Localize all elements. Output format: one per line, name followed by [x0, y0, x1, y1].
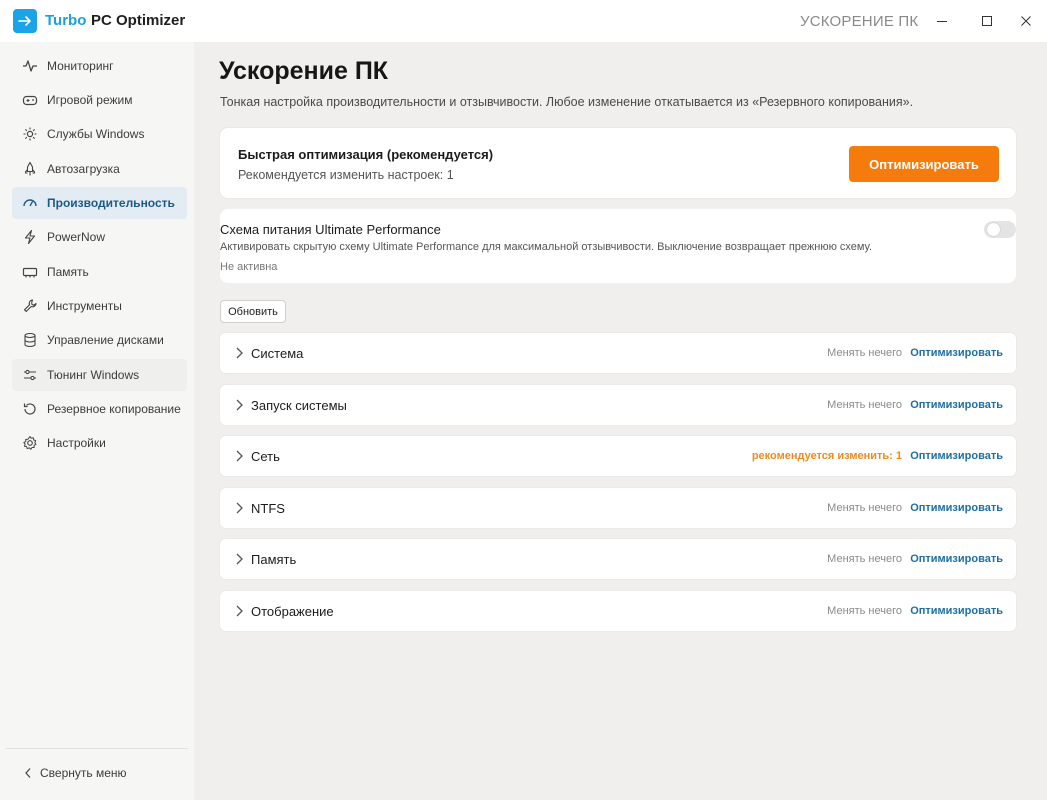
- sliders-icon: [20, 365, 40, 385]
- lightning-icon: [20, 227, 40, 247]
- power-scheme-title: Схема питания Ultimate Performance: [220, 222, 441, 237]
- collapse-menu-button[interactable]: Свернуть меню: [12, 758, 187, 788]
- section-status: Менять нечего: [827, 347, 902, 359]
- sidebar-item-label: Производительность: [47, 196, 175, 210]
- toggle-knob: [987, 223, 1000, 236]
- settings-icon: [20, 433, 40, 453]
- sidebar-item-label: Инструменты: [47, 299, 122, 313]
- memory-chip-icon: [20, 262, 40, 282]
- power-scheme-toggle[interactable]: [984, 221, 1016, 238]
- sidebar-item-settings[interactable]: Настройки: [12, 427, 187, 459]
- maximize-button[interactable]: [972, 6, 1002, 36]
- arrow-right-icon: [13, 9, 37, 33]
- section-ntfs[interactable]: NTFS Менять нечего Оптимизировать: [220, 488, 1016, 528]
- section-memory[interactable]: Память Менять нечего Оптимизировать: [220, 539, 1016, 579]
- sidebar-item-tools[interactable]: Инструменты: [12, 290, 187, 322]
- section-optimize-link[interactable]: Оптимизировать: [910, 605, 1003, 617]
- section-optimize-link[interactable]: Оптимизировать: [910, 450, 1003, 462]
- page-subtitle: Тонкая настройка производительности и от…: [220, 95, 914, 109]
- title-bar: Turbo PC Optimizer УСКОРЕНИЕ ПК: [0, 0, 1047, 42]
- gear-sun-icon: [20, 124, 40, 144]
- sidebar-item-label: PowerNow: [47, 230, 106, 244]
- quick-optimization-subtitle: Рекомендуется изменить настроек: 1: [238, 168, 454, 182]
- section-system[interactable]: Система Менять нечего Оптимизировать: [220, 333, 1016, 373]
- minimize-icon: [937, 21, 947, 22]
- close-button[interactable]: [1011, 6, 1041, 36]
- speedometer-icon: [20, 193, 40, 213]
- sidebar-item-label: Мониторинг: [47, 59, 114, 73]
- sidebar-divider: [6, 748, 188, 749]
- chevron-right-icon: [236, 553, 243, 565]
- database-icon: [20, 330, 40, 350]
- quick-optimization-card: Быстрая оптимизация (рекомендуется) Реко…: [220, 128, 1016, 198]
- ultimate-performance-card: Схема питания Ultimate Performance Актив…: [220, 209, 1016, 283]
- refresh-button[interactable]: Обновить: [220, 300, 286, 323]
- wrench-icon: [20, 296, 40, 316]
- section-network[interactable]: Сеть рекомендуется изменить: 1 Оптимизир…: [220, 436, 1016, 476]
- close-icon: [1021, 16, 1031, 26]
- section-optimize-link[interactable]: Оптимизировать: [910, 399, 1003, 411]
- chevron-right-icon: [236, 502, 243, 514]
- section-status: Менять нечего: [827, 553, 902, 565]
- section-label: Отображение: [251, 604, 334, 619]
- section-optimize-link[interactable]: Оптимизировать: [910, 553, 1003, 565]
- section-status: Менять нечего: [827, 605, 902, 617]
- sidebar-item-memory[interactable]: Память: [12, 256, 187, 288]
- section-display[interactable]: Отображение Менять нечего Оптимизировать: [220, 591, 1016, 631]
- section-optimize-link[interactable]: Оптимизировать: [910, 347, 1003, 359]
- window-title: УСКОРЕНИЕ ПК: [800, 13, 919, 30]
- section-label: Память: [251, 552, 297, 567]
- power-scheme-description: Активировать скрытую схему Ultimate Perf…: [220, 241, 873, 253]
- power-scheme-status: Не активна: [220, 261, 278, 273]
- sidebar-item-monitoring[interactable]: Мониторинг: [12, 50, 187, 82]
- section-status: Менять нечего: [827, 399, 902, 411]
- sidebar-item-label: Тюнинг Windows: [47, 368, 140, 382]
- chevron-right-icon: [236, 399, 243, 411]
- sidebar-item-game-mode[interactable]: Игровой режим: [12, 84, 187, 116]
- quick-optimization-title: Быстрая оптимизация (рекомендуется): [238, 147, 494, 162]
- section-status: Менять нечего: [827, 502, 902, 514]
- section-system-startup[interactable]: Запуск системы Менять нечего Оптимизиров…: [220, 385, 1016, 425]
- restore-icon: [20, 399, 40, 419]
- collapse-menu-label: Свернуть меню: [40, 766, 127, 780]
- sidebar: Мониторинг Игровой режим Службы Windows …: [0, 42, 194, 800]
- sidebar-item-backup[interactable]: Резервное копирование: [12, 393, 187, 425]
- sidebar-item-label: Службы Windows: [47, 127, 145, 141]
- chevron-right-icon: [236, 347, 243, 359]
- maximize-icon: [982, 16, 992, 26]
- app-name: PC Optimizer: [91, 12, 186, 29]
- minimize-button[interactable]: [927, 6, 957, 36]
- chevron-left-icon: [24, 767, 32, 779]
- sidebar-item-label: Автозагрузка: [47, 162, 120, 176]
- sidebar-item-autostart[interactable]: Автозагрузка: [12, 153, 187, 185]
- section-label: NTFS: [251, 501, 285, 516]
- gamepad-icon: [20, 90, 40, 110]
- chevron-right-icon: [236, 605, 243, 617]
- chevron-right-icon: [236, 450, 243, 462]
- app-name-brand: Turbo: [45, 12, 87, 29]
- sidebar-item-performance[interactable]: Производительность: [12, 187, 187, 219]
- section-optimize-link[interactable]: Оптимизировать: [910, 502, 1003, 514]
- sidebar-item-label: Настройки: [47, 436, 106, 450]
- sidebar-item-disk-management[interactable]: Управление дисками: [12, 324, 187, 356]
- section-status: рекомендуется изменить: 1: [751, 450, 902, 462]
- rocket-icon: [20, 159, 40, 179]
- pulse-icon: [20, 56, 40, 76]
- sidebar-item-windows-tuning[interactable]: Тюнинг Windows: [12, 359, 187, 391]
- section-label: Сеть: [251, 449, 280, 464]
- sidebar-item-label: Резервное копирование: [47, 402, 181, 416]
- sidebar-item-label: Управление дисками: [47, 333, 164, 347]
- sidebar-item-windows-services[interactable]: Службы Windows: [12, 118, 187, 150]
- section-label: Запуск системы: [251, 398, 347, 413]
- sidebar-item-powernow[interactable]: PowerNow: [12, 221, 187, 253]
- sidebar-item-label: Игровой режим: [47, 93, 133, 107]
- section-label: Система: [251, 346, 304, 361]
- optimize-button[interactable]: Оптимизировать: [849, 146, 999, 182]
- page-title: Ускорение ПК: [219, 57, 389, 85]
- sidebar-item-label: Память: [47, 265, 89, 279]
